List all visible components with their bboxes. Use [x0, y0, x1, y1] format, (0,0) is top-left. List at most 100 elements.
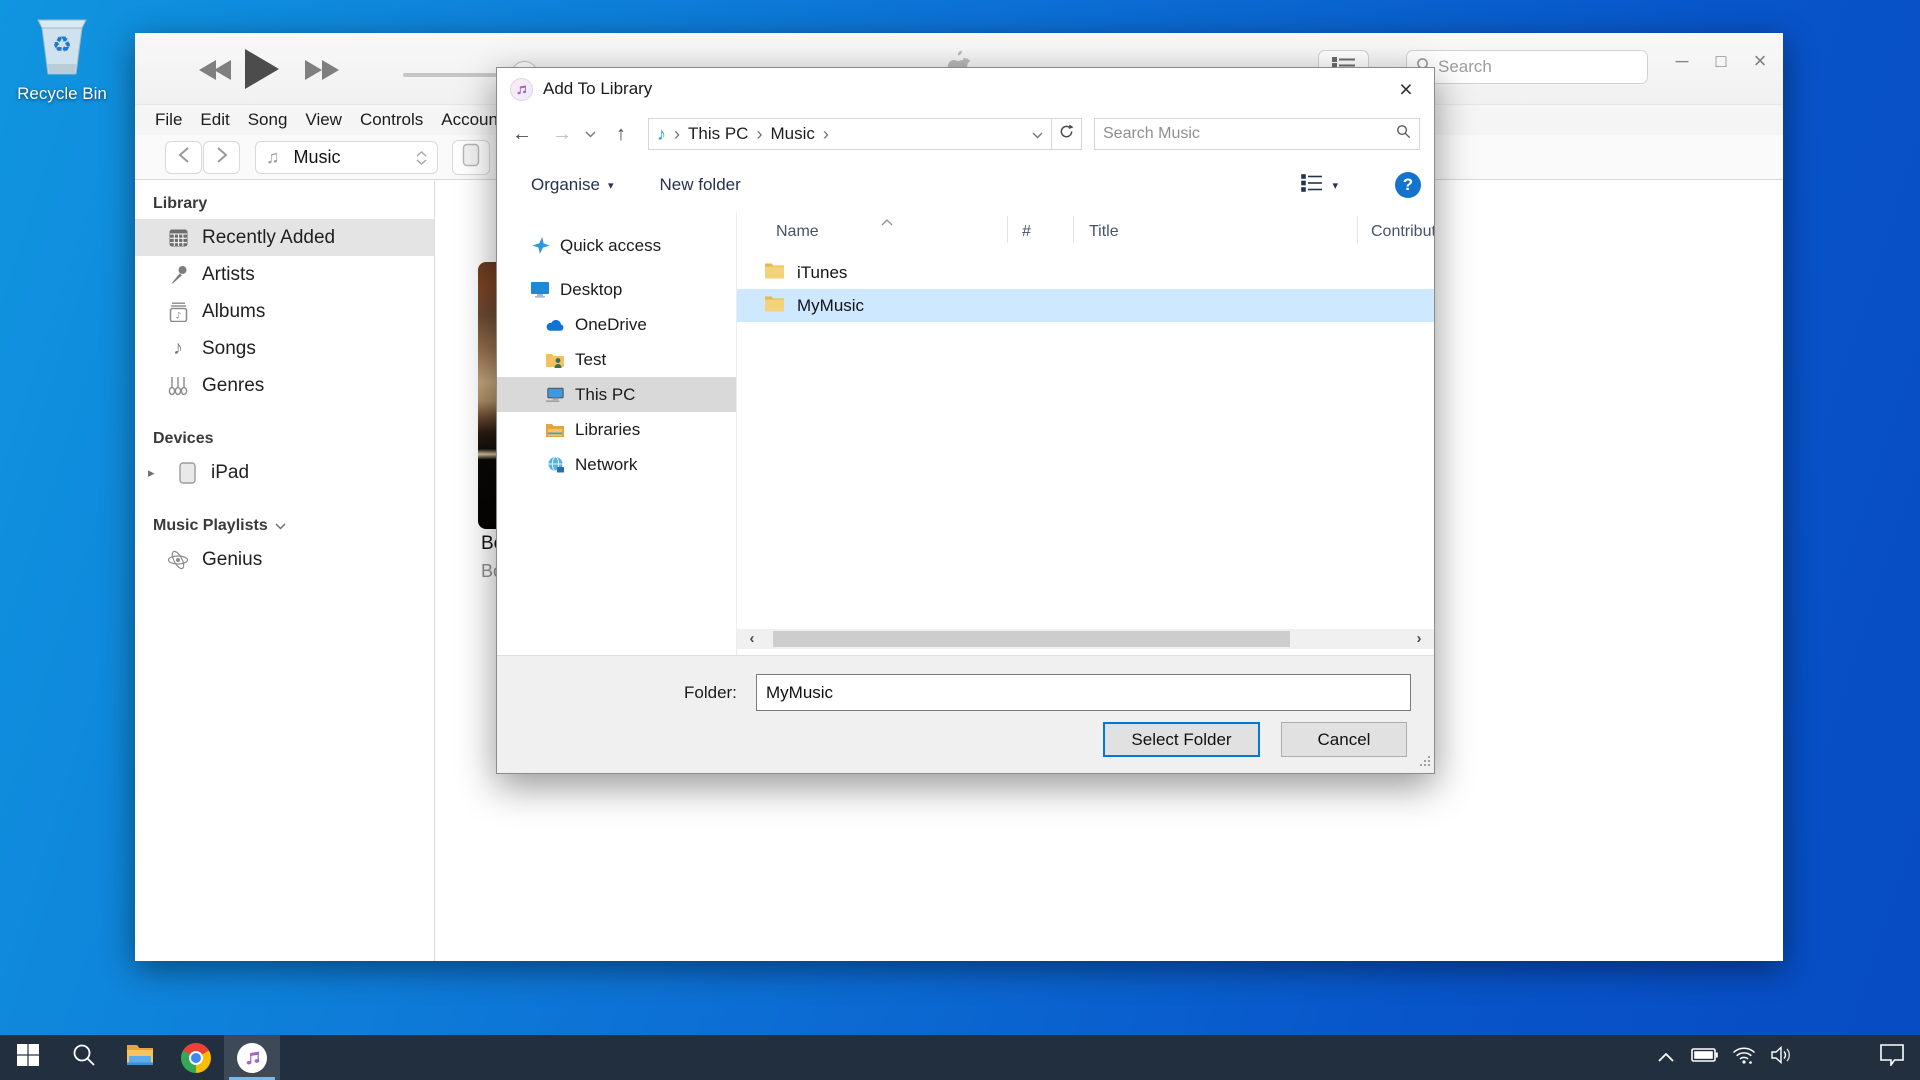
tree-item-label: Test — [575, 350, 606, 370]
cancel-button[interactable]: Cancel — [1281, 722, 1407, 757]
add-to-library-dialog: Add To Library × ← → ↑ ♪ › This PC › Mus… — [496, 67, 1435, 774]
breadcrumb-music[interactable]: Music — [770, 124, 814, 144]
sidebar-item-genres[interactable]: Genres — [135, 367, 434, 404]
dialog-close-icon[interactable]: × — [1388, 75, 1424, 104]
scroll-right-icon[interactable]: › — [1406, 629, 1432, 649]
tree-item-network[interactable]: Network — [497, 447, 736, 482]
address-bar[interactable]: ♪ › This PC › Music › — [648, 118, 1052, 150]
device-button[interactable] — [452, 140, 490, 175]
file-row-mymusic[interactable]: MyMusic — [737, 289, 1434, 322]
menu-edit[interactable]: Edit — [200, 110, 229, 130]
user-folder-icon — [545, 352, 565, 368]
start-button[interactable] — [0, 1035, 56, 1080]
resize-grip[interactable] — [1419, 752, 1431, 772]
itunes-search-box[interactable] — [1406, 50, 1648, 84]
hidden-icons-button[interactable] — [1646, 1035, 1685, 1080]
back-button[interactable] — [165, 141, 202, 174]
column-header-number[interactable]: # — [1022, 223, 1031, 241]
dialog-search-box[interactable] — [1094, 118, 1420, 150]
battery-status[interactable] — [1685, 1035, 1724, 1080]
tree-item-desktop[interactable]: Desktop — [497, 272, 736, 307]
organise-button[interactable]: Organise ▾ — [531, 175, 614, 195]
album-art[interactable] — [478, 262, 497, 529]
select-folder-button[interactable]: Select Folder — [1103, 722, 1260, 757]
fast-forward-button[interactable] — [303, 59, 341, 86]
file-explorer-icon — [126, 1043, 154, 1072]
address-dropdown-chevron-icon[interactable] — [1032, 124, 1043, 144]
recently-added-icon — [167, 229, 189, 247]
new-folder-button[interactable]: New folder — [660, 175, 741, 195]
change-view-button[interactable]: ▾ — [1301, 173, 1338, 198]
column-header-contributing-artists[interactable]: Contributing artists — [1371, 223, 1435, 241]
column-header-name[interactable]: Name — [776, 223, 819, 241]
itunes-app-icon — [510, 78, 533, 101]
dialog-main: Quick access Desktop OneDrive — [497, 212, 1434, 655]
volume-status[interactable] — [1763, 1035, 1802, 1080]
sort-ascending-icon — [881, 213, 893, 231]
chrome-button[interactable] — [168, 1035, 224, 1080]
expander-icon[interactable]: ▸ — [148, 465, 163, 481]
refresh-icon — [1059, 124, 1074, 144]
tree-item-label: Network — [575, 455, 637, 475]
nav-back-icon[interactable]: ← — [509, 123, 535, 146]
recycle-bin[interactable]: ♻ Recycle Bin — [12, 12, 112, 104]
horizontal-scrollbar[interactable]: ‹ › — [737, 629, 1434, 649]
music-playlists-header[interactable]: Music Playlists — [135, 505, 434, 541]
battery-icon — [1691, 1048, 1718, 1067]
play-button[interactable] — [241, 47, 281, 96]
scrollbar-thumb[interactable] — [773, 631, 1290, 647]
dialog-command-bar: Organise ▾ New folder ▾ ? — [497, 158, 1434, 212]
itunes-search-input[interactable] — [1438, 57, 1659, 77]
minimize-icon[interactable]: ─ — [1668, 51, 1696, 72]
menu-account[interactable]: Account — [441, 110, 502, 130]
network-status[interactable] — [1724, 1035, 1763, 1080]
sidebar-item-genius[interactable]: Genius — [135, 541, 434, 578]
crumb-separator-icon: › — [823, 124, 829, 145]
sidebar-item-label: Albums — [202, 301, 265, 323]
dialog-title: Add To Library — [543, 79, 652, 99]
menu-controls[interactable]: Controls — [360, 110, 423, 130]
sidebar-item-albums[interactable]: ♪ Albums — [135, 293, 434, 330]
nav-history-chevron-icon[interactable] — [585, 125, 596, 143]
taskbar — [0, 1035, 1920, 1080]
help-button[interactable]: ? — [1395, 172, 1421, 198]
menu-file[interactable]: File — [155, 110, 182, 130]
menu-song[interactable]: Song — [248, 110, 288, 130]
itunes-taskbar-button[interactable] — [224, 1035, 280, 1080]
folder-name-input[interactable] — [756, 674, 1411, 711]
artists-icon — [167, 265, 189, 285]
refresh-button[interactable] — [1052, 118, 1082, 150]
rewind-button[interactable] — [197, 59, 235, 86]
tree-item-label: This PC — [575, 385, 635, 405]
recycle-bin-label: Recycle Bin — [12, 84, 112, 104]
desktop-icon — [530, 281, 550, 298]
nav-forward-icon[interactable]: → — [549, 123, 575, 146]
dropdown-icon: ▾ — [1332, 179, 1338, 192]
file-row-itunes[interactable]: iTunes — [737, 256, 1434, 289]
menu-view[interactable]: View — [305, 110, 342, 130]
sidebar-item-recently-added[interactable]: Recently Added — [135, 219, 434, 256]
taskbar-search-button[interactable] — [56, 1035, 112, 1080]
maximize-icon[interactable]: □ — [1707, 51, 1735, 72]
sidebar-item-ipad[interactable]: ▸ iPad — [135, 454, 434, 491]
tree-item-test[interactable]: Test — [497, 342, 736, 377]
tree-item-onedrive[interactable]: OneDrive — [497, 307, 736, 342]
media-selector[interactable]: ♫ Music — [255, 141, 438, 174]
breadcrumb-this-pc[interactable]: This PC — [688, 124, 748, 144]
tree-item-libraries[interactable]: Libraries — [497, 412, 736, 447]
scroll-left-icon[interactable]: ‹ — [739, 629, 765, 649]
dialog-search-input[interactable] — [1103, 125, 1390, 143]
close-icon[interactable]: × — [1746, 48, 1774, 74]
dialog-navbar: ← → ↑ ♪ › This PC › Music › — [497, 110, 1434, 158]
this-pc-icon — [545, 387, 565, 403]
action-center-button[interactable] — [1864, 1035, 1920, 1080]
dialog-titlebar[interactable]: Add To Library × — [497, 68, 1434, 110]
file-explorer-button[interactable] — [112, 1035, 168, 1080]
sidebar-item-songs[interactable]: ♪ Songs — [135, 330, 434, 367]
column-header-title[interactable]: Title — [1089, 223, 1119, 241]
nav-up-icon[interactable]: ↑ — [608, 123, 634, 146]
tree-item-this-pc[interactable]: This PC — [497, 377, 736, 412]
sidebar-item-artists[interactable]: Artists — [135, 256, 434, 293]
tree-item-quick-access[interactable]: Quick access — [497, 228, 736, 263]
forward-button[interactable] — [203, 141, 240, 174]
